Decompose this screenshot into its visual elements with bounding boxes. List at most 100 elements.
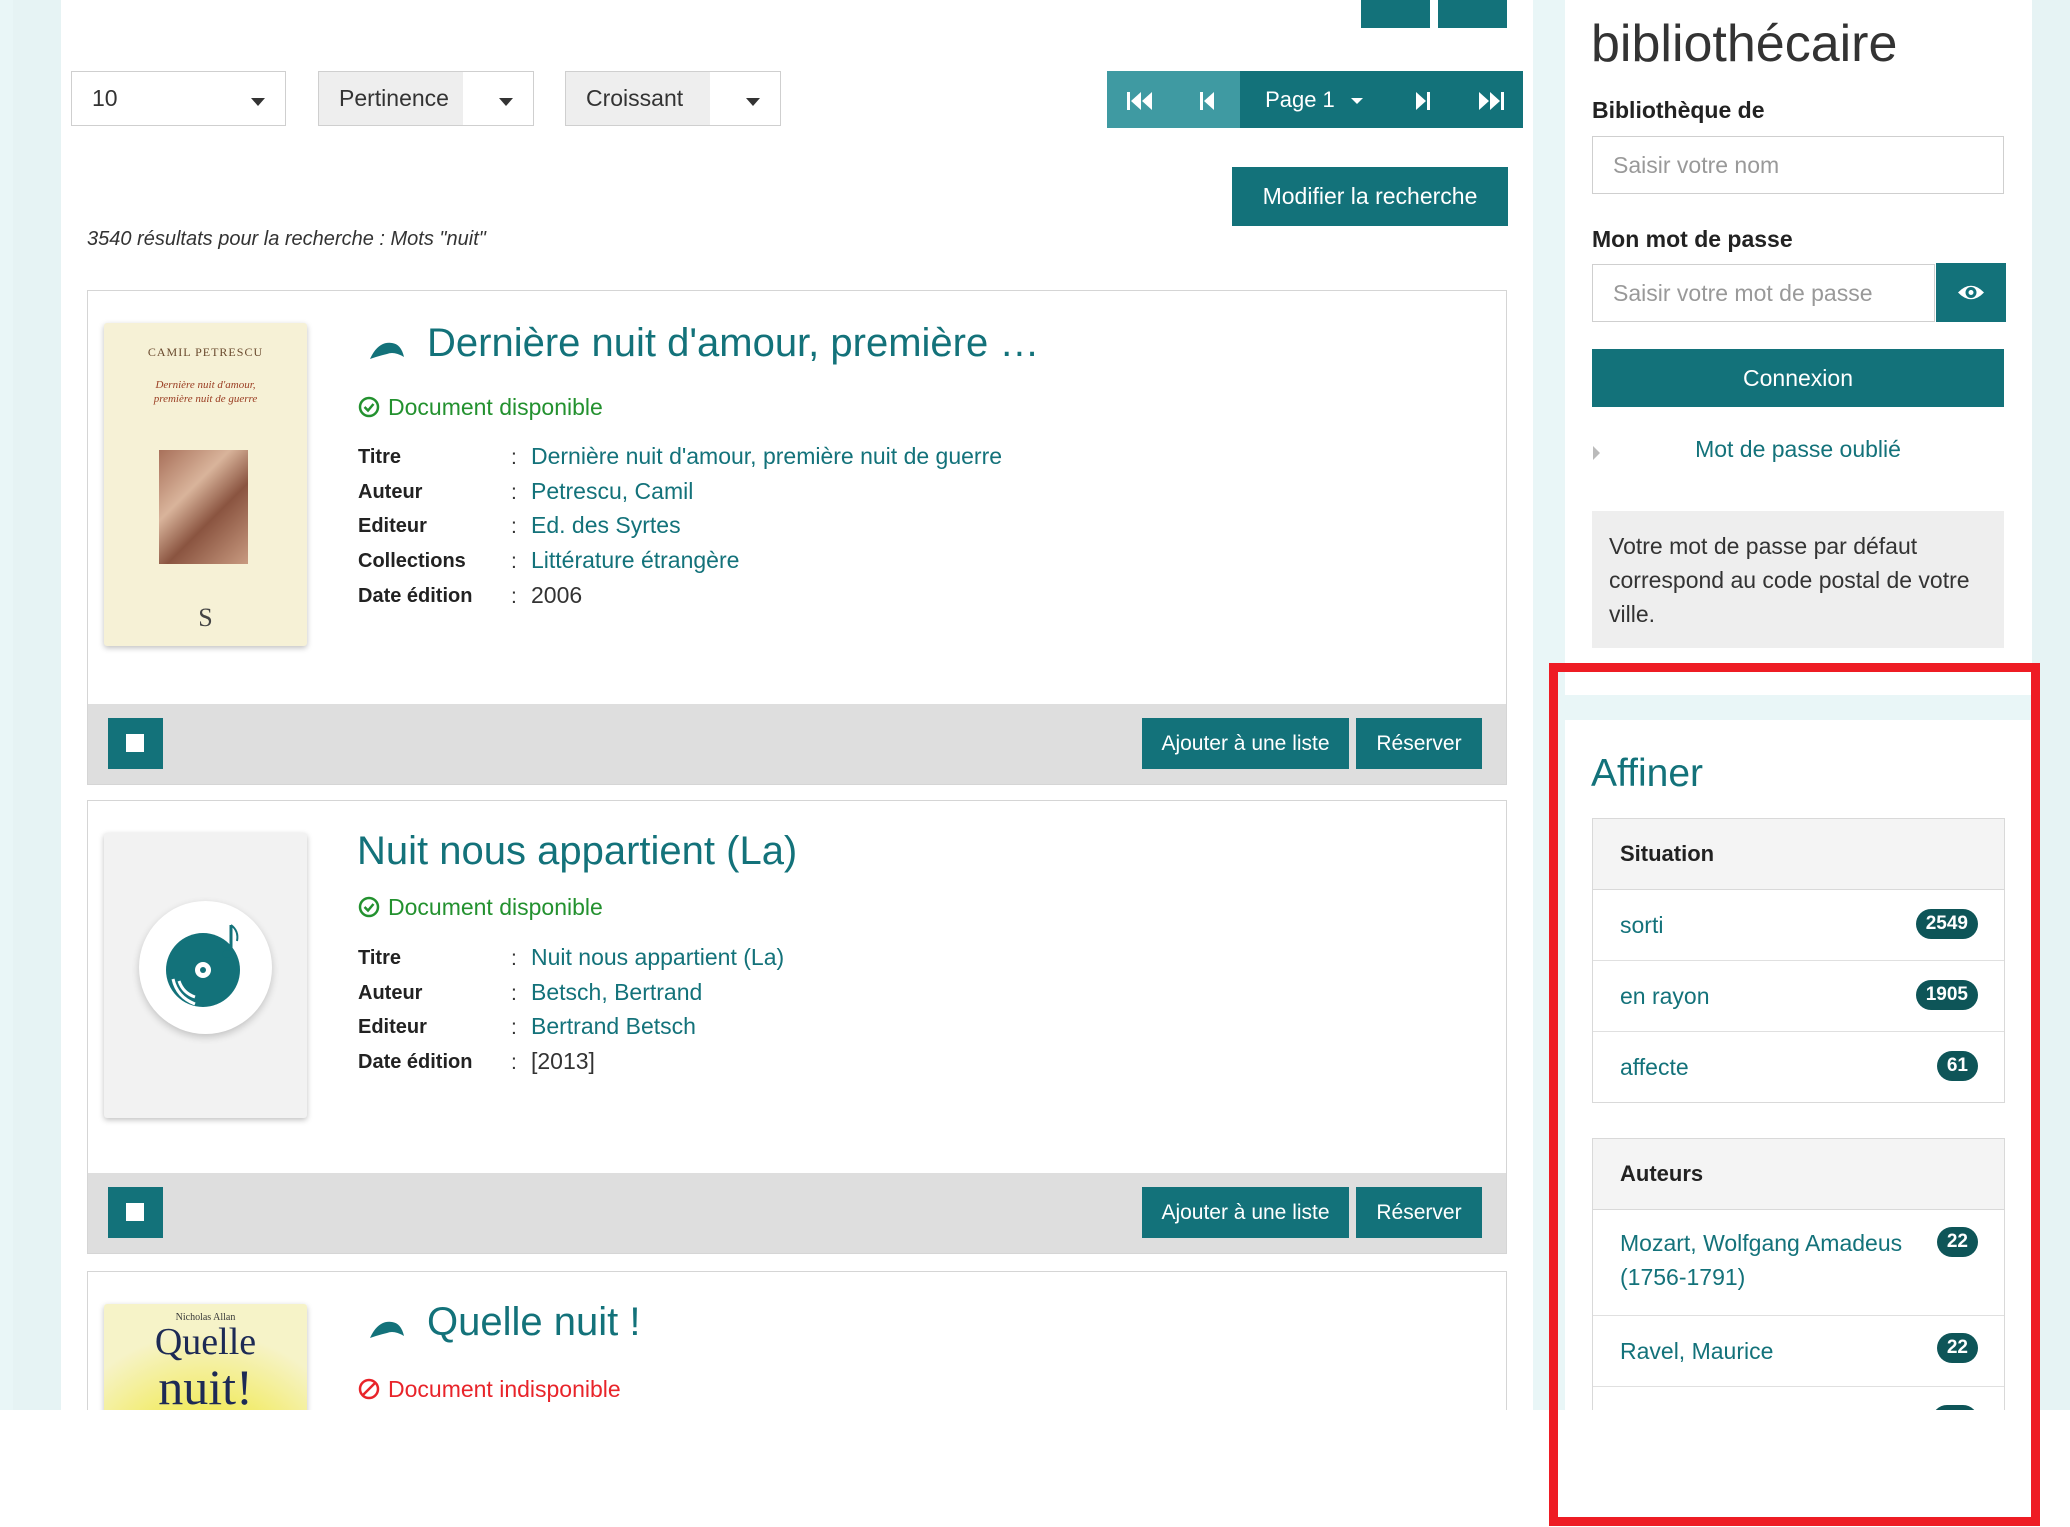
check-circle-icon (358, 896, 380, 918)
pagination: Page 1 (1107, 71, 1523, 128)
cover-author: CAMIL PETRESCU (147, 345, 264, 359)
library-label: Bibliothèque de (1592, 97, 1765, 123)
add-to-list-button[interactable]: Ajouter à une liste (1142, 718, 1349, 769)
count-badge: 22 (1936, 1227, 1978, 1257)
reserve-button[interactable]: Réserver (1356, 718, 1482, 769)
field-value-link[interactable]: Bertrand Betsch (531, 1013, 696, 1040)
top-toolbar-button[interactable] (1438, 0, 1507, 28)
first-page-button[interactable] (1107, 71, 1174, 128)
facet-item[interactable]: Ravel, Maurice 22 (1593, 1316, 2004, 1387)
refine-title: Affiner (1591, 752, 1704, 795)
field-value-link[interactable]: Petrescu, Camil (531, 478, 693, 505)
field-value-link[interactable]: Betsch, Bertrand (531, 979, 702, 1006)
result-title[interactable]: Dernière nuit d'amour, première … (427, 321, 1039, 366)
result-title[interactable]: Quelle nuit ! (427, 1300, 640, 1345)
eye-icon (1958, 285, 1984, 300)
page-select-label: Page 1 (1265, 87, 1335, 112)
count-badge: 61 (1936, 1051, 1978, 1081)
field-value-link[interactable]: Dernière nuit d'amour, première nuit de … (531, 443, 1002, 470)
field-colon: : (511, 446, 517, 469)
per-page-value: 10 (92, 85, 118, 111)
field-label: Titre (358, 947, 401, 969)
facet-item-label[interactable]: Mozart, Wolfgang Amadeus (1756-1791) (1620, 1226, 1940, 1294)
forgot-password-link[interactable]: Mot de passe oublié (1592, 436, 2004, 468)
field-label: Date édition (358, 585, 473, 607)
last-page-icon (1478, 92, 1504, 111)
chevron-down-icon (499, 98, 513, 106)
count-badge (1932, 1405, 1978, 1410)
sort-by-value: Pertinence (339, 85, 449, 111)
book-cover[interactable]: CAMIL PETRESCU Dernière nuit d'amour, pr… (104, 323, 307, 646)
field-value-link[interactable]: Ed. des Syrtes (531, 512, 681, 539)
book-cover[interactable]: Nicholas Allan Quelle nuit! (104, 1304, 307, 1410)
field-colon: : (511, 550, 517, 573)
field-label: Editeur (358, 515, 427, 537)
facet-authors: Auteurs Mozart, Wolfgang Amadeus (1756-1… (1592, 1138, 2005, 1410)
add-to-list-button[interactable]: Ajouter à une liste (1142, 1187, 1349, 1238)
book-icon (370, 342, 404, 359)
previous-page-button[interactable] (1174, 71, 1240, 128)
name-input[interactable]: Saisir votre nom (1592, 136, 2004, 194)
facet-title: Auteurs (1593, 1139, 2004, 1210)
field-value: 2006 (531, 582, 583, 608)
left-margin (13, 0, 61, 1410)
password-hint: Votre mot de passe par défaut correspond… (1592, 511, 2004, 648)
field-label: Auteur (358, 481, 423, 503)
facet-situation: Situation sorti 2549 en rayon 1905 affec… (1592, 818, 2005, 1103)
last-page-button[interactable] (1456, 71, 1523, 128)
availability-status: Document disponible (358, 394, 603, 421)
result-title[interactable]: Nuit nous appartient (La) (357, 829, 797, 874)
login-button[interactable]: Connexion (1592, 349, 2004, 407)
results-count: 3540 résultats pour la recherche : Mots … (87, 228, 486, 250)
facet-item-label[interactable]: Ravel, Maurice (1620, 1334, 1773, 1368)
first-page-icon (1126, 92, 1152, 111)
field-label: Auteur (358, 982, 423, 1004)
show-password-button[interactable] (1936, 263, 2006, 322)
result-actions: Ajouter à une liste Réserver (88, 704, 1506, 784)
chevron-down-icon (251, 98, 265, 106)
facet-item[interactable] (1593, 1387, 2004, 1410)
facet-item-label[interactable]: sorti (1620, 908, 1663, 942)
facet-item-label[interactable]: en rayon (1620, 979, 1710, 1013)
cover-illustration (159, 450, 248, 564)
sort-order-select[interactable]: Croissant (565, 71, 781, 126)
previous-page-icon (1200, 92, 1214, 111)
sort-by-select[interactable]: Pertinence (318, 71, 534, 126)
field-colon: : (511, 1016, 517, 1039)
per-page-select[interactable]: 10 (71, 71, 286, 126)
field-label: Editeur (358, 1016, 427, 1038)
music-disc-icon (139, 901, 272, 1034)
availability-text: Document disponible (388, 894, 603, 920)
facet-item[interactable]: sorti 2549 (1593, 890, 2004, 961)
reserve-button[interactable]: Réserver (1356, 1187, 1482, 1238)
field-colon: : (511, 1051, 517, 1074)
result-card: Nicholas Allan Quelle nuit! Quelle nuit … (87, 1271, 1507, 1410)
media-cover-placeholder[interactable] (104, 833, 307, 1118)
next-page-button[interactable] (1390, 71, 1456, 128)
cover-title-line-1: Dernière nuit d'amour, (155, 379, 256, 391)
facet-item[interactable]: affecte 61 (1593, 1032, 2004, 1102)
check-circle-icon (358, 396, 380, 418)
facet-item[interactable]: Mozart, Wolfgang Amadeus (1756-1791) 22 (1593, 1210, 2004, 1316)
result-actions: Ajouter à une liste Réserver (88, 1173, 1506, 1253)
field-colon: : (511, 982, 517, 1005)
top-toolbar-button[interactable] (1361, 0, 1430, 28)
cover-title-line-2: nuit! (158, 1359, 253, 1410)
caret-down-icon (1350, 98, 1363, 105)
field-value-link[interactable]: Littérature étrangère (531, 547, 739, 574)
select-checkbox[interactable] (108, 718, 163, 769)
facet-item-label[interactable]: affecte (1620, 1050, 1689, 1084)
field-colon: : (511, 481, 517, 504)
facet-item[interactable]: en rayon 1905 (1593, 961, 2004, 1032)
modify-search-button[interactable]: Modifier la recherche (1232, 167, 1508, 226)
field-value-link[interactable]: Nuit nous appartient (La) (531, 944, 784, 971)
field-colon: : (511, 947, 517, 970)
result-card: CAMIL PETRESCU Dernière nuit d'amour, pr… (87, 290, 1507, 785)
select-checkbox[interactable] (108, 1187, 163, 1238)
sort-order-value: Croissant (586, 85, 684, 111)
password-input[interactable]: Saisir votre mot de passe (1592, 264, 1935, 322)
page-select[interactable]: Page 1 (1240, 71, 1390, 128)
next-page-icon (1416, 92, 1430, 111)
results-panel: 10 Pertinence Croissant Page 1 Modifier … (61, 0, 1533, 1410)
availability-text: Document disponible (388, 394, 603, 420)
